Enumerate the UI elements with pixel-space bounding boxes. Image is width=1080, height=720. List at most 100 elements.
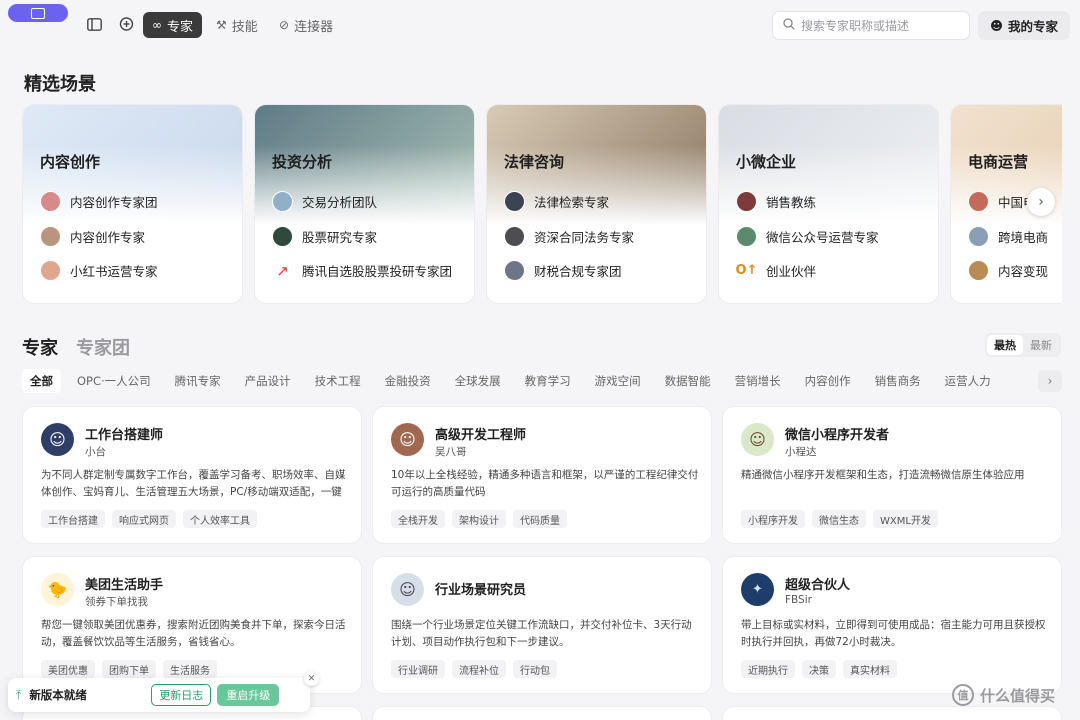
watermark-logo-icon: 值 — [952, 684, 974, 706]
expert-card[interactable]: ☺ 行业场景研究员 围绕一个行业场景定位关键工作流缺口，并交付补位卡、3天行动计… — [372, 556, 712, 694]
changelog-button[interactable]: 更新日志 — [151, 684, 212, 706]
scene-card-title: 投资分析 — [272, 153, 333, 171]
my-experts-button[interactable]: ☻ 我的专家 — [978, 11, 1070, 40]
restart-upgrade-button[interactable]: 重启升级 — [217, 684, 280, 706]
expert-card[interactable] — [722, 706, 1062, 720]
avatar — [272, 191, 293, 212]
expert-description: 帮您一键领取美团优惠券，搜索附近团购美食并下单，探索今日活动，覆盖餐饮饮品等生活… — [41, 619, 346, 648]
category-chip[interactable]: 全部 — [22, 369, 61, 393]
tab-skills[interactable]: ⚒ 技能 — [207, 12, 267, 38]
tab-experts[interactable]: ∞ 专家 — [143, 12, 203, 38]
category-scroll-button[interactable]: › — [1038, 370, 1062, 392]
expert-title: 超级合伙人 — [785, 578, 851, 593]
sort-toggle: 最热 最新 — [985, 333, 1061, 357]
rocket-icon: O↑ — [736, 260, 757, 281]
category-chip[interactable]: 金融投资 — [377, 369, 439, 393]
tag: 真实材料 — [843, 660, 897, 678]
new-chat-icon[interactable] — [117, 15, 135, 33]
expert-title: 行业场景研究员 — [435, 583, 527, 598]
avatar — [504, 260, 525, 281]
scene-item[interactable]: ↗ 腾讯自选股股票投研专家团 — [272, 260, 452, 281]
expert-description: 带上目标或实材料，立即得到可使用成品：宿主能力可用且获授权时执行并回执，再做72… — [741, 619, 1046, 648]
featured-section-title: 精选场景 — [24, 74, 96, 95]
scene-card-content-creation[interactable]: 内容创作 内容创作专家团 内容创作专家 小红书运营专家 — [22, 104, 243, 304]
scene-item[interactable]: 内容变现 — [968, 260, 1048, 281]
expert-card[interactable] — [372, 706, 712, 720]
expert-author: 领券下单找我 — [85, 596, 148, 608]
upload-icon: ⤒ — [16, 687, 22, 702]
expert-title: 微信小程序开发者 — [785, 428, 890, 443]
search-input[interactable] — [801, 18, 959, 33]
featured-scene-strip: 内容创作 内容创作专家团 内容创作专家 小红书运营专家 投资分析 交易分析团队 … — [22, 104, 1062, 306]
tab-experts-list[interactable]: 专家 — [22, 334, 58, 360]
category-chip[interactable]: 技术工程 — [307, 369, 369, 393]
category-chip[interactable]: 运营人力 — [937, 369, 999, 393]
scene-item[interactable]: 资深合同法务专家 — [504, 226, 634, 247]
tag: 行业调研 — [391, 660, 445, 678]
sort-hot-button[interactable]: 最热 — [987, 335, 1023, 355]
expert-card[interactable]: ✦ 超级合伙人 FBSir 带上目标或实材料，立即得到可使用成品：宿主能力可用且… — [722, 556, 1062, 694]
tag: 工作台搭建 — [41, 510, 105, 528]
tab-connectors[interactable]: ⊘ 连接器 — [270, 12, 342, 38]
chevron-right-icon: › — [1038, 194, 1044, 210]
tag: 流程补位 — [452, 660, 506, 678]
scene-item[interactable]: 内容创作专家团 — [40, 191, 158, 212]
scene-item[interactable]: 中国电 — [968, 191, 1036, 212]
toast-message: 新版本就绪 — [29, 688, 87, 702]
category-filter-row: 全部 OPC·一人公司 腾讯专家 产品设计 技术工程 金融投资 全球发展 教育学… — [22, 369, 1007, 393]
sidebar-toggle-icon[interactable] — [85, 15, 103, 33]
close-icon[interactable]: ✕ — [304, 671, 319, 686]
category-chip[interactable]: 教育学习 — [517, 369, 579, 393]
app-switcher-button[interactable] — [8, 4, 68, 22]
search-icon — [783, 18, 795, 33]
scene-item[interactable]: 财税合规专家团 — [504, 260, 622, 281]
category-chip[interactable]: 腾讯专家 — [167, 369, 229, 393]
category-chip[interactable]: 游戏空间 — [587, 369, 649, 393]
category-chip[interactable]: 产品设计 — [237, 369, 299, 393]
expert-card[interactable]: ☺ 工作台搭建师 小台 为不同人群定制专属数字工作台，覆盖学习备考、职场效率、自… — [22, 406, 362, 544]
top-bar: ∞ 专家 ⚒ 技能 ⊘ 连接器 ☻ 我的专家 — [0, 0, 1080, 52]
scene-item[interactable]: 小红书运营专家 — [40, 260, 158, 281]
category-chip[interactable]: 数据智能 — [657, 369, 719, 393]
tag: 微信生态 — [812, 510, 866, 528]
tag: 决策 — [802, 660, 836, 678]
avatar — [968, 260, 989, 281]
expert-card[interactable]: ☺ 高级开发工程师 吴八哥 10年以上全栈经验，精通多种语言和框架，以严谨的工程… — [372, 406, 712, 544]
tag: 全栈开发 — [391, 510, 445, 528]
expert-author: FBSir — [785, 594, 812, 606]
expert-author: 吴八哥 — [435, 446, 467, 458]
category-chip[interactable]: 全球发展 — [447, 369, 509, 393]
bot-icon: ☻ — [989, 18, 1003, 33]
search-box[interactable] — [772, 11, 970, 40]
scene-card-title: 电商运营 — [968, 153, 1029, 171]
avatar — [736, 191, 757, 212]
tag: 行动包 — [513, 660, 557, 678]
scene-item[interactable]: 交易分析团队 — [272, 191, 377, 212]
scene-card-investment[interactable]: 投资分析 交易分析团队 股票研究专家 ↗ 腾讯自选股股票投研专家团 — [254, 104, 475, 304]
expert-description: 围绕一个行业场景定位关键工作流缺口，并交付补位卡、3天行动计划、项目动作执行包和… — [391, 619, 692, 648]
scene-item[interactable]: 股票研究专家 — [272, 226, 377, 247]
scene-card-title: 小微企业 — [736, 153, 797, 171]
expert-card[interactable]: ☺ 微信小程序开发者 小程达 精通微信小程序开发框架和生态，打造流畅微信原生体验… — [722, 406, 1062, 544]
avatar — [968, 226, 989, 247]
scene-item[interactable]: 内容创作专家 — [40, 226, 145, 247]
tag: 近期执行 — [741, 660, 795, 678]
tab-expert-teams[interactable]: 专家团 — [76, 334, 130, 360]
scene-item[interactable]: 微信公众号运营专家 — [736, 226, 879, 247]
sort-new-button[interactable]: 最新 — [1023, 335, 1059, 355]
scene-card-small-business[interactable]: 小微企业 销售教练 微信公众号运营专家 O↑ 创业伙伴 — [718, 104, 939, 304]
scene-item[interactable]: 跨境电商 — [968, 226, 1048, 247]
scene-card-legal[interactable]: 法律咨询 法律检索专家 资深合同法务专家 财税合规专家团 — [486, 104, 707, 304]
avatar: ☺ — [391, 423, 424, 456]
scroll-right-button[interactable]: › — [1027, 188, 1055, 216]
avatar: ☺ — [41, 423, 74, 456]
category-chip[interactable]: OPC·一人公司 — [69, 369, 159, 393]
category-chip[interactable]: 营销增长 — [727, 369, 789, 393]
scene-item[interactable]: 销售教练 — [736, 191, 816, 212]
scene-item[interactable]: 法律检索专家 — [504, 191, 609, 212]
category-chip[interactable]: 销售商务 — [867, 369, 929, 393]
category-chip[interactable]: 内容创作 — [797, 369, 859, 393]
avatar — [40, 260, 61, 281]
scene-item[interactable]: O↑ 创业伙伴 — [736, 260, 816, 281]
avatar — [504, 191, 525, 212]
